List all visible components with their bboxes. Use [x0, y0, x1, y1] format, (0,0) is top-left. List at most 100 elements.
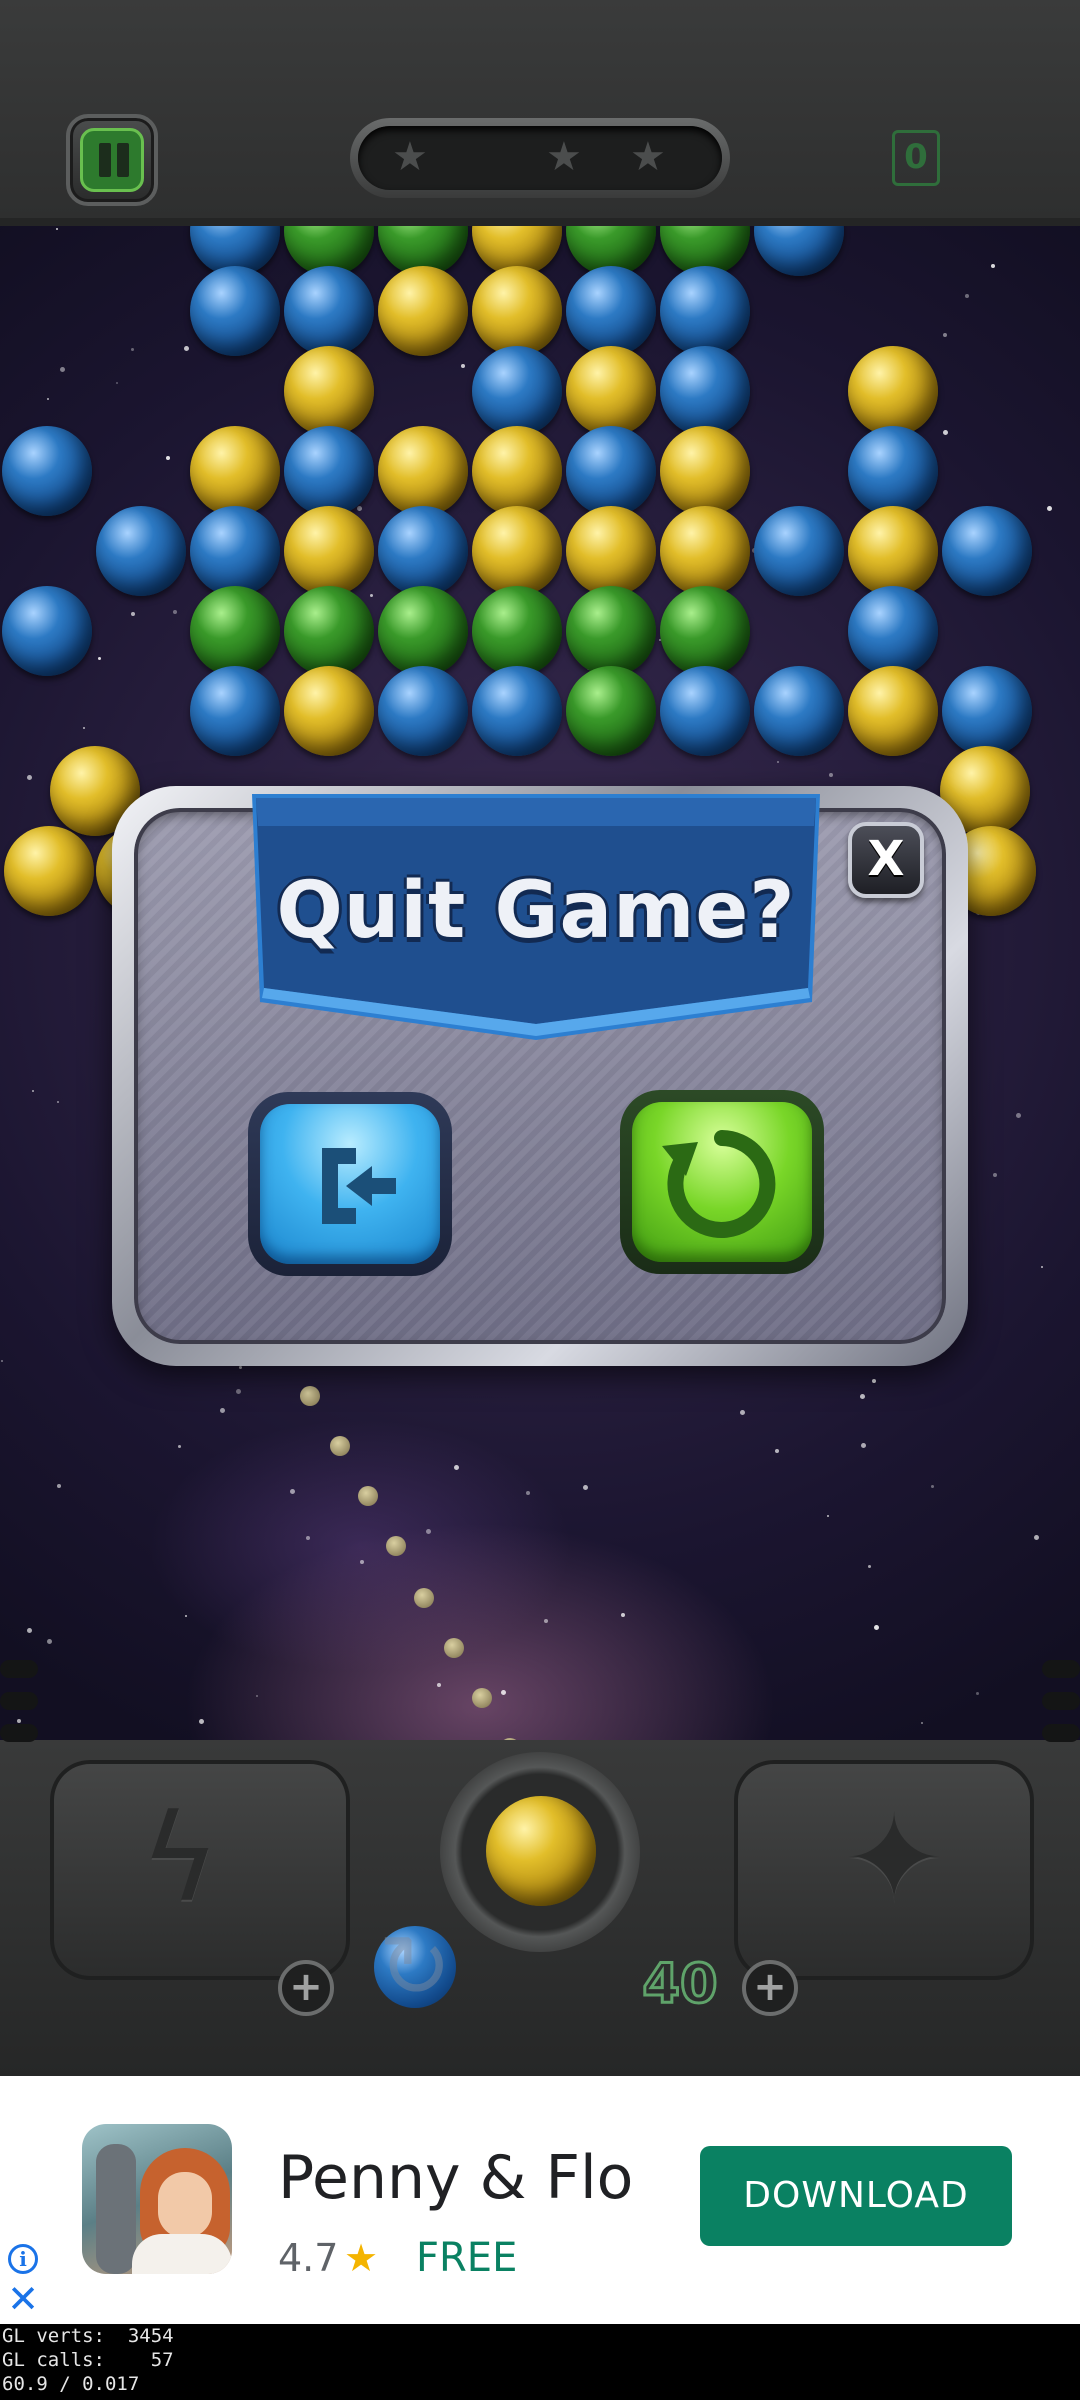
- bubble: [190, 426, 280, 516]
- background-star: [290, 1489, 295, 1494]
- bubble: [660, 506, 750, 596]
- ad-download-button[interactable]: DOWNLOAD: [700, 2146, 1012, 2246]
- ad-app-title[interactable]: Penny & Flo: [278, 2138, 678, 2218]
- bubble: [284, 506, 374, 596]
- background-star: [184, 346, 189, 351]
- ad-info-icon[interactable]: i: [8, 2244, 38, 2274]
- top-hud-bar: ★ ★ ★ 0: [0, 0, 1080, 226]
- bubble: [848, 666, 938, 756]
- close-icon: X: [867, 831, 905, 887]
- background-star: [454, 1465, 459, 1470]
- bubble: [942, 666, 1032, 756]
- aim-guide-dot: [300, 1386, 320, 1406]
- right-powerup-slot[interactable]: ✦: [734, 1760, 1034, 1980]
- ad-price: FREE: [416, 2235, 518, 2281]
- bubble: [566, 346, 656, 436]
- bubble: [848, 346, 938, 436]
- ad-app-icon[interactable]: [82, 2124, 232, 2274]
- background-star: [32, 1090, 34, 1092]
- bubble: [848, 426, 938, 516]
- background-star: [827, 1515, 829, 1517]
- star-icon: ★: [630, 134, 666, 180]
- background-star: [131, 348, 134, 351]
- bubble: [848, 586, 938, 676]
- score-display: 0: [892, 130, 940, 186]
- background-star: [993, 1173, 997, 1177]
- bubble: [284, 266, 374, 356]
- bubble: [4, 826, 94, 916]
- background-star: [98, 657, 101, 660]
- close-dialog-button[interactable]: X: [848, 822, 924, 898]
- background-star: [1016, 1113, 1021, 1118]
- bubble: [96, 506, 186, 596]
- add-right-powerup-button[interactable]: +: [742, 1960, 798, 2016]
- background-star: [943, 430, 948, 435]
- background-star: [131, 612, 135, 616]
- background-star: [943, 333, 947, 337]
- bubble: [472, 266, 562, 356]
- background-star: [861, 1443, 866, 1448]
- bubble: [378, 506, 468, 596]
- star-progress-meter: ★ ★ ★: [350, 118, 730, 198]
- background-star: [1, 1360, 3, 1362]
- bubble: [472, 586, 562, 676]
- bubble: [754, 226, 844, 276]
- ad-rating: 4.7: [278, 2236, 339, 2280]
- background-star: [83, 727, 85, 729]
- bubble: [284, 586, 374, 676]
- bubble: [566, 266, 656, 356]
- background-star: [868, 1565, 871, 1568]
- swap-icon: ↻: [378, 1915, 452, 2018]
- bubble: [848, 506, 938, 596]
- background-star: [1047, 506, 1052, 511]
- bubble: [284, 666, 374, 756]
- background-star: [60, 367, 65, 372]
- bubble: [190, 586, 280, 676]
- left-powerup-slot[interactable]: ϟ: [50, 1760, 350, 1980]
- background-star: [829, 773, 833, 777]
- bubble: [660, 266, 750, 356]
- bubble: [660, 426, 750, 516]
- pause-icon: [80, 128, 144, 192]
- background-star: [236, 1389, 241, 1394]
- current-bubble[interactable]: [486, 1796, 596, 1906]
- background-star: [56, 228, 58, 230]
- debug-line-calls: GL calls: 57: [2, 2349, 174, 2371]
- background-star: [872, 1379, 876, 1383]
- ad-close-icon[interactable]: ✕: [6, 2280, 40, 2318]
- background-star: [27, 775, 32, 780]
- bubble: [472, 346, 562, 436]
- bubble: [566, 506, 656, 596]
- background-star: [357, 506, 362, 511]
- background-star: [860, 1394, 865, 1399]
- exit-game-button[interactable]: [248, 1092, 452, 1276]
- star-shape-icon: ✦: [843, 1790, 945, 1929]
- launcher-panel: ϟ ✦ + + ↻ 40: [0, 1600, 1080, 2076]
- background-star: [57, 1101, 59, 1103]
- bubble: [566, 666, 656, 756]
- bubble: [566, 426, 656, 516]
- bubble: [378, 266, 468, 356]
- background-star: [1041, 1266, 1043, 1268]
- background-star: [220, 1408, 225, 1413]
- bubble: [566, 586, 656, 676]
- background-star: [740, 1410, 745, 1415]
- bubble: [660, 346, 750, 436]
- bubble: [190, 266, 280, 356]
- background-star: [57, 1484, 61, 1488]
- background-star: [239, 1366, 242, 1369]
- background-star: [777, 761, 779, 763]
- aim-guide-dot: [358, 1486, 378, 1506]
- background-star: [991, 264, 995, 268]
- add-left-powerup-button[interactable]: +: [278, 1960, 334, 2016]
- ad-banner[interactable]: Penny & Flo 4.7 ★ FREE DOWNLOAD i ✕: [0, 2076, 1080, 2324]
- rating-star-icon: ★: [344, 2236, 379, 2280]
- bubble: [942, 506, 1032, 596]
- aim-guide-dot: [330, 1436, 350, 1456]
- star-icon: ★: [546, 134, 582, 180]
- replay-button[interactable]: [620, 1090, 824, 1274]
- debug-overlay: GL verts: 3454 GL calls: 57 60.9 / 0.017: [0, 2324, 1080, 2400]
- background-star: [370, 594, 373, 597]
- pause-button[interactable]: [66, 114, 158, 206]
- lightning-icon: ϟ: [140, 1790, 220, 1929]
